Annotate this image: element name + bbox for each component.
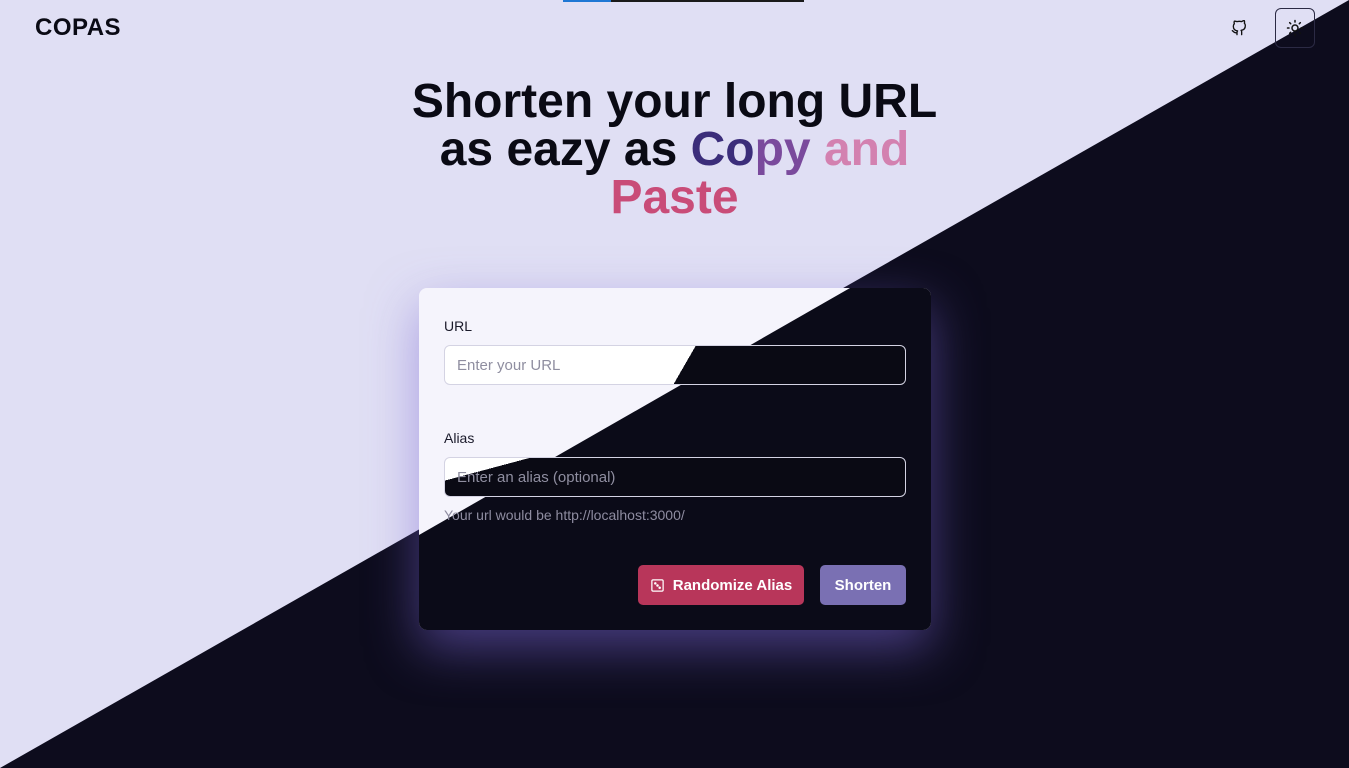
hero-title: Shorten your long URL as eazy as Copy an… (0, 78, 1349, 222)
randomize-alias-label: Randomize Alias (672, 576, 793, 594)
url-placeholder: Enter your URL (457, 356, 561, 374)
alias-input[interactable]: Enter an alias (optional) (444, 457, 906, 497)
github-button[interactable] (1219, 8, 1259, 48)
hero-highlight-2: py (754, 123, 824, 176)
url-label: URL (444, 318, 473, 334)
hero-line-2: as eazy as Copy and (0, 126, 1349, 174)
randomize-alias-button[interactable]: Randomize Alias (638, 565, 804, 605)
dice-icon (651, 578, 664, 592)
page: COPAS Shorten your long URL as eazy as C… (0, 0, 1349, 768)
alias-placeholder: Enter an alias (optional) (457, 468, 616, 486)
loading-progress-fill (563, 0, 612, 2)
url-preview-text: Your url would be http://localhost:3000/ (444, 507, 685, 523)
hero-line-2-plain: as eazy as (439, 123, 691, 176)
theme-toggle-button[interactable] (1275, 8, 1315, 48)
url-input[interactable]: Enter your URL (444, 345, 906, 385)
shorten-form-card: URL Enter your URL Alias Enter an alias … (419, 288, 931, 630)
loading-progress-bar (563, 0, 804, 2)
sun-icon (1286, 19, 1304, 37)
hero-highlight-1: Co (690, 123, 755, 176)
hero-highlight-3: and (823, 123, 910, 176)
app-logo[interactable]: COPAS (35, 14, 121, 42)
hero-line-3: Paste (610, 171, 739, 224)
alias-label: Alias (444, 430, 475, 446)
shorten-button[interactable]: Shorten (820, 565, 906, 605)
hero-line-1: Shorten your long URL (411, 75, 938, 128)
github-icon (1231, 20, 1246, 36)
